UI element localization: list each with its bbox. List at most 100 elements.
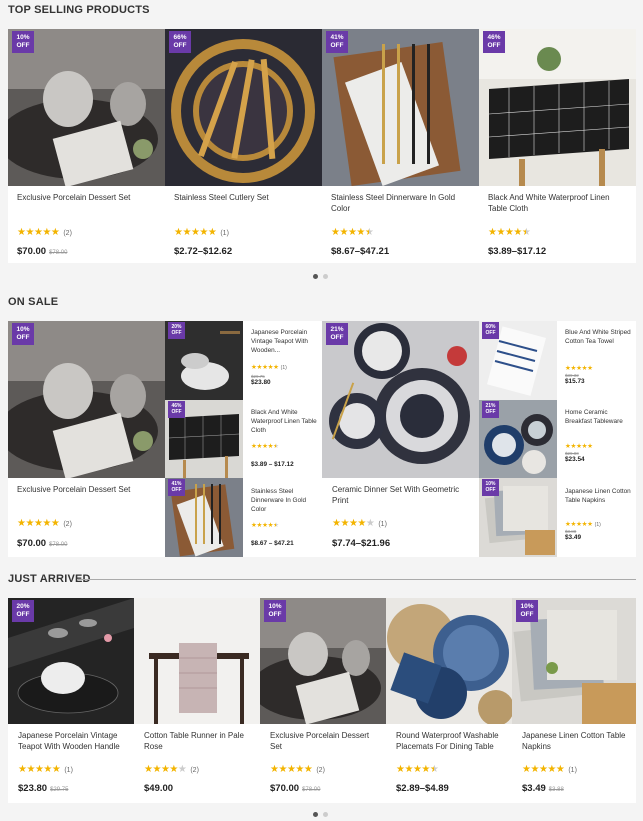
discount-badge: 46% OFF — [168, 401, 185, 418]
product-card-small[interactable]: 41% OFF Stainless Steel Dinnerware In Go… — [165, 478, 322, 557]
rating-stars: ★★★★★ (1) — [251, 363, 287, 371]
pagination-dot[interactable] — [313, 812, 318, 817]
product-name[interactable]: Japanese Linen Cotton Table Napkins — [565, 487, 631, 505]
star-full-icon: ★ — [199, 227, 208, 238]
star-half-icon: ★ — [521, 227, 531, 238]
rating-stars: ★★★★★ (1) — [522, 764, 577, 775]
product-price: $3.89 – $17.12 — [251, 461, 294, 468]
product-name[interactable]: Japanese Linen Cotton Table Napkins — [522, 730, 630, 752]
pagination-dot[interactable] — [323, 274, 328, 279]
product-price: $3.89–$17.12 — [488, 246, 547, 257]
product-name[interactable]: Cotton Table Runner in Pale Rose — [144, 730, 254, 752]
discount-badge: 10% OFF — [482, 479, 499, 496]
pagination-dot[interactable] — [323, 812, 328, 817]
pagination-dot[interactable] — [313, 274, 318, 279]
star-full-icon: ★ — [26, 764, 35, 775]
star-full-icon: ★ — [587, 443, 593, 450]
star-full-icon: ★ — [547, 764, 556, 775]
star-full-icon: ★ — [278, 764, 287, 775]
rating-stars: ★★★★★ (1) — [18, 764, 73, 775]
discount-badge: 41% OFF — [326, 31, 348, 53]
product-name[interactable]: Blue And White Striped Cotton Tea Towel — [565, 328, 631, 346]
product-card-small[interactable]: 60% OFF Blue And White Striped Cotton Te… — [479, 321, 636, 400]
product-card[interactable]: 41% OFF Stainless Steel Dinnerware In Go… — [322, 29, 479, 263]
product-card-small[interactable]: 10% OFF Japanese Linen Cotton Table Napk… — [479, 478, 636, 557]
star-full-icon: ★ — [182, 227, 191, 238]
rating-stars: ★★★★★ (2) — [17, 518, 72, 529]
product-name[interactable]: Stainless Steel Cutlery Set — [174, 192, 314, 203]
star-full-icon: ★ — [404, 764, 413, 775]
star-full-icon: ★ — [50, 227, 60, 238]
product-price: $49.00 — [144, 783, 174, 794]
star-full-icon: ★ — [42, 518, 51, 529]
product-price: $39.32 $15.73 — [565, 373, 585, 385]
star-full-icon: ★ — [42, 227, 51, 238]
discount-badge: 10% OFF — [12, 323, 34, 345]
product-image[interactable] — [386, 598, 512, 724]
product-name[interactable]: Ceramic Dinner Set With Geometric Print — [332, 484, 472, 506]
product-card[interactable]: 20% OFF Japanese Porcelain Vintage Teapo… — [8, 598, 134, 803]
star-full-icon: ★ — [303, 764, 313, 775]
product-card[interactable]: Cotton Table Runner in Pale Rose ★★★★★ (2… — [134, 598, 260, 803]
product-name[interactable]: Black And White Waterproof Linen Table C… — [488, 192, 628, 214]
star-full-icon: ★ — [169, 764, 178, 775]
review-count: (2) — [63, 521, 72, 528]
product-name[interactable]: Stainless Steel Dinnerware In Gold Color — [331, 192, 471, 214]
product-card[interactable]: 10% OFF Exclusive Porcelain Dessert Set … — [260, 598, 386, 803]
star-full-icon: ★ — [25, 518, 34, 529]
discount-badge: 21% OFF — [326, 323, 348, 345]
rating-stars: ★★★★★ — [251, 521, 279, 529]
product-image[interactable] — [134, 598, 260, 724]
rating-stars: ★★★★★ — [331, 227, 374, 238]
rating-stars: ★★★★★ (2) — [17, 227, 72, 238]
review-count: (1) — [280, 365, 287, 371]
discount-badge: 10% OFF — [516, 600, 538, 622]
discount-badge: 10% OFF — [264, 600, 286, 622]
product-card[interactable]: 10% OFF Exclusive Porcelain Dessert Set … — [8, 29, 165, 263]
product-price: $29.75 $23.80 — [251, 374, 271, 386]
product-name[interactable]: Japanese Porcelain Vintage Teapot With W… — [18, 730, 128, 752]
carousel-pagination — [313, 812, 328, 817]
star-full-icon: ★ — [295, 764, 304, 775]
star-empty-icon: ★ — [177, 764, 187, 775]
star-full-icon: ★ — [207, 227, 217, 238]
star-half-icon: ★ — [429, 764, 439, 775]
product-name[interactable]: Stainless Steel Dinnerware In Gold Color — [251, 487, 317, 514]
product-name[interactable]: Home Ceramic Breakfast Tableware — [565, 408, 631, 426]
star-half-icon: ★ — [273, 522, 279, 529]
rating-stars: ★★★★★ (2) — [270, 764, 325, 775]
review-count: (1) — [378, 521, 387, 528]
carousel-pagination — [313, 274, 328, 279]
product-card[interactable]: Round Waterproof Washable Placemats For … — [386, 598, 512, 803]
review-count: (2) — [63, 230, 72, 237]
discount-badge: 46% OFF — [483, 31, 505, 53]
product-card-small[interactable]: 20% OFF Japanese Porcelain Vintage Teapo… — [165, 321, 322, 400]
product-card[interactable]: 66% OFF Stainless Steel Cutlery Set ★★★★… — [165, 29, 322, 263]
product-card[interactable]: 10% OFF Japanese Linen Cotton Table Napk… — [512, 598, 636, 803]
product-card[interactable]: 46% OFF Black And White Waterproof Linen… — [479, 29, 636, 263]
product-name[interactable]: Japanese Porcelain Vintage Teapot With W… — [251, 328, 317, 355]
product-card[interactable]: 10% OFF Exclusive Porcelain Dessert Set … — [8, 321, 165, 557]
product-name[interactable]: Black And White Waterproof Linen Table C… — [251, 408, 317, 435]
review-count: (1) — [64, 767, 73, 774]
product-price: $70.00 $78.00 — [17, 538, 68, 549]
star-full-icon: ★ — [587, 365, 593, 372]
product-price: $8.67 – $47.21 — [251, 540, 294, 547]
rating-stars: ★★★★★ (2) — [144, 764, 199, 775]
star-full-icon: ★ — [152, 764, 161, 775]
product-price: $7.74–$21.96 — [332, 538, 391, 549]
review-count: (2) — [190, 767, 199, 774]
product-card-small[interactable]: 21% OFF Home Ceramic Breakfast Tableware… — [479, 400, 636, 478]
star-full-icon: ★ — [496, 227, 505, 238]
product-name[interactable]: Round Waterproof Washable Placemats For … — [396, 730, 506, 752]
product-price: $3.88 $3.49 — [565, 529, 581, 541]
product-card-small[interactable]: 46% OFF Black And White Waterproof Linen… — [165, 400, 322, 478]
product-name[interactable]: Exclusive Porcelain Dessert Set — [270, 730, 380, 752]
product-name[interactable]: Exclusive Porcelain Dessert Set — [17, 484, 157, 495]
star-full-icon: ★ — [421, 764, 430, 775]
section-divider — [78, 579, 636, 580]
product-card[interactable]: 21% OFF Ceramic Dinner Set With Geometri… — [322, 321, 479, 557]
rating-stars: ★★★★★ (1) — [174, 227, 229, 238]
product-name[interactable]: Exclusive Porcelain Dessert Set — [17, 192, 157, 203]
star-full-icon: ★ — [339, 227, 348, 238]
